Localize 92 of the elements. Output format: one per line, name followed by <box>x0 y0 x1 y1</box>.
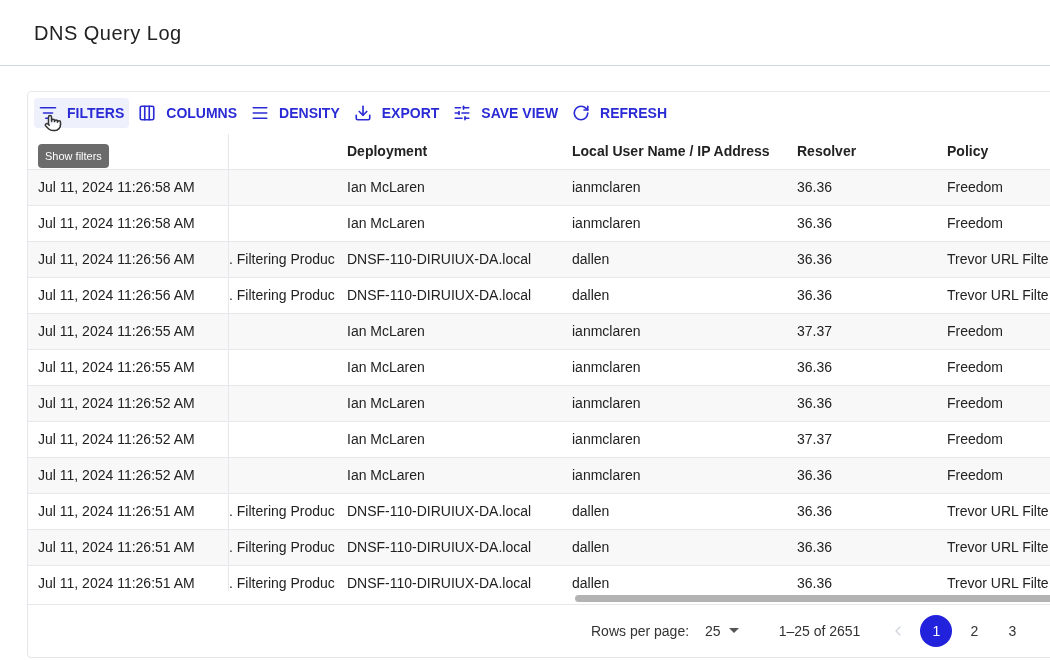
policy-cell-text: Trevor URL Filte <box>947 286 1049 305</box>
user-cell-text: ianmclaren <box>572 430 641 449</box>
toolbar-button[interactable]: COLUMNS <box>133 98 243 128</box>
pagination-range: 1–25 of 2651 <box>778 621 861 641</box>
tooltip: Show filters <box>38 144 109 168</box>
table-cell-text: . Filtering Produc <box>229 574 335 591</box>
deployment-cell-text: DNSF-110-DIRUIUX-DA.local <box>347 502 532 521</box>
deployment-cell-text: DNSF-110-DIRUIUX-DA.local <box>347 250 532 269</box>
deployment-cell-text: Ian McLaren <box>347 394 425 413</box>
policy-cell-text: Trevor URL Filte <box>947 574 1049 591</box>
time-cell-text: Jul 11, 2024 11:26:52 AM <box>38 430 195 449</box>
lines-icon <box>251 104 270 122</box>
resolver-cell-text: 36.36 <box>797 538 833 557</box>
policy-cell-text: Freedom <box>947 214 1004 233</box>
policy-cell-text: Freedom <box>947 322 1004 341</box>
resolver-cell-text: 36.36 <box>797 574 833 591</box>
user-cell-text: dallen <box>572 250 610 269</box>
table-cell-text: . Filtering Produc <box>229 286 335 305</box>
resolver-cell-text: 36.36 <box>797 178 833 197</box>
page-title: DNS Query Log <box>34 20 182 46</box>
resolver-cell-text: 37.37 <box>797 322 833 341</box>
column-header[interactable]: Deployment <box>347 141 428 162</box>
page-button[interactable]: 3 <box>996 615 1029 647</box>
user-cell-text: ianmclaren <box>572 466 641 485</box>
user-cell-text: dallen <box>572 286 610 305</box>
time-cell-text: Jul 11, 2024 11:26:52 AM <box>38 466 195 485</box>
policy-cell-text: Trevor URL Filte <box>947 250 1049 269</box>
user-cell-text: ianmclaren <box>572 322 641 341</box>
toolbar-button[interactable]: EXPORT <box>348 98 445 128</box>
deployment-cell-text: Ian McLaren <box>347 430 425 449</box>
rows-per-page-select[interactable]: 25 <box>705 620 739 642</box>
time-cell-text: Jul 11, 2024 11:26:51 AM <box>38 574 195 591</box>
toolbar-button[interactable]: FILTERS <box>34 98 130 128</box>
policy-cell-text: Freedom <box>947 430 1004 449</box>
toolbar-button[interactable]: SAVE VIEW <box>448 98 564 128</box>
toolbar-button[interactable]: DENSITY <box>246 98 345 128</box>
table-cell-text: . Filtering Produc <box>229 502 335 521</box>
table-cell-text: . Filtering Produc <box>229 250 335 269</box>
policy-cell-text: Freedom <box>947 466 1004 485</box>
user-cell-text: dallen <box>572 574 610 591</box>
dropdown-caret-icon <box>728 628 739 634</box>
user-cell-text: ianmclaren <box>572 358 641 377</box>
filter-lines-icon <box>39 104 57 122</box>
resolver-cell-text: 36.36 <box>797 394 833 413</box>
time-cell-text: Jul 11, 2024 11:26:58 AM <box>38 214 195 233</box>
resolver-cell-text: 36.36 <box>797 358 833 377</box>
toolbar-button[interactable]: REFRESH <box>567 98 672 128</box>
resolver-cell-text: 37.37 <box>797 430 833 449</box>
deployment-cell-text: DNSF-110-DIRUIUX-DA.local <box>347 286 532 305</box>
page-button[interactable]: 2 <box>958 615 991 647</box>
deployment-cell-text: DNSF-110-DIRUIUX-DA.local <box>347 538 532 557</box>
user-cell-text: ianmclaren <box>572 394 641 413</box>
resolver-cell-text: 36.36 <box>797 250 833 269</box>
time-cell-text: Jul 11, 2024 11:26:55 AM <box>38 322 195 341</box>
user-cell-text: dallen <box>572 502 610 521</box>
download-icon <box>353 104 372 122</box>
time-cell-text: Jul 11, 2024 11:26:51 AM <box>38 538 195 557</box>
resolver-cell-text: 36.36 <box>797 214 833 233</box>
policy-cell-text: Freedom <box>947 358 1004 377</box>
deployment-cell-text: Ian McLaren <box>347 178 425 197</box>
rows-per-page-label: Rows per page: <box>591 621 690 641</box>
column-header[interactable]: Local User Name / IP Address <box>572 141 770 162</box>
deployment-cell-text: Ian McLaren <box>347 322 425 341</box>
user-cell-text: ianmclaren <box>572 214 641 233</box>
table-cell-text: . Filtering Produc <box>229 538 335 557</box>
time-cell-text: Jul 11, 2024 11:26:56 AM <box>38 250 195 269</box>
policy-cell-text: Freedom <box>947 394 1004 413</box>
deployment-cell-text: Ian McLaren <box>347 358 425 377</box>
hand-cursor-icon <box>44 114 62 132</box>
columns-icon <box>138 104 157 122</box>
policy-cell-text: Trevor URL Filte <box>947 502 1049 521</box>
policy-cell-text: Freedom <box>947 178 1004 197</box>
deployment-cell-text: Ian McLaren <box>347 214 425 233</box>
policy-cell-text: Trevor URL Filte <box>947 538 1049 557</box>
scrollbar-thumb[interactable] <box>575 595 1050 602</box>
deployment-cell-text: Ian McLaren <box>347 466 425 485</box>
time-cell-text: Jul 11, 2024 11:26:55 AM <box>38 358 195 377</box>
resolver-cell-text: 36.36 <box>797 502 833 521</box>
user-cell-text: dallen <box>572 538 610 557</box>
time-cell-text: Jul 11, 2024 11:26:52 AM <box>38 394 195 413</box>
resolver-cell-text: 36.36 <box>797 466 833 485</box>
refresh-icon <box>572 104 591 122</box>
column-header[interactable]: Resolver <box>797 141 857 162</box>
time-cell-text: Jul 11, 2024 11:26:56 AM <box>38 286 195 305</box>
sliders-icon <box>453 104 472 122</box>
resolver-cell-text: 36.36 <box>797 286 833 305</box>
user-cell-text: ianmclaren <box>572 178 641 197</box>
time-cell-text: Jul 11, 2024 11:26:51 AM <box>38 502 195 521</box>
column-header[interactable]: Policy <box>947 141 989 162</box>
deployment-cell-text: DNSF-110-DIRUIUX-DA.local <box>347 574 532 591</box>
time-cell-text: Jul 11, 2024 11:26:58 AM <box>38 178 195 197</box>
page-button[interactable]: 1 <box>920 615 953 647</box>
